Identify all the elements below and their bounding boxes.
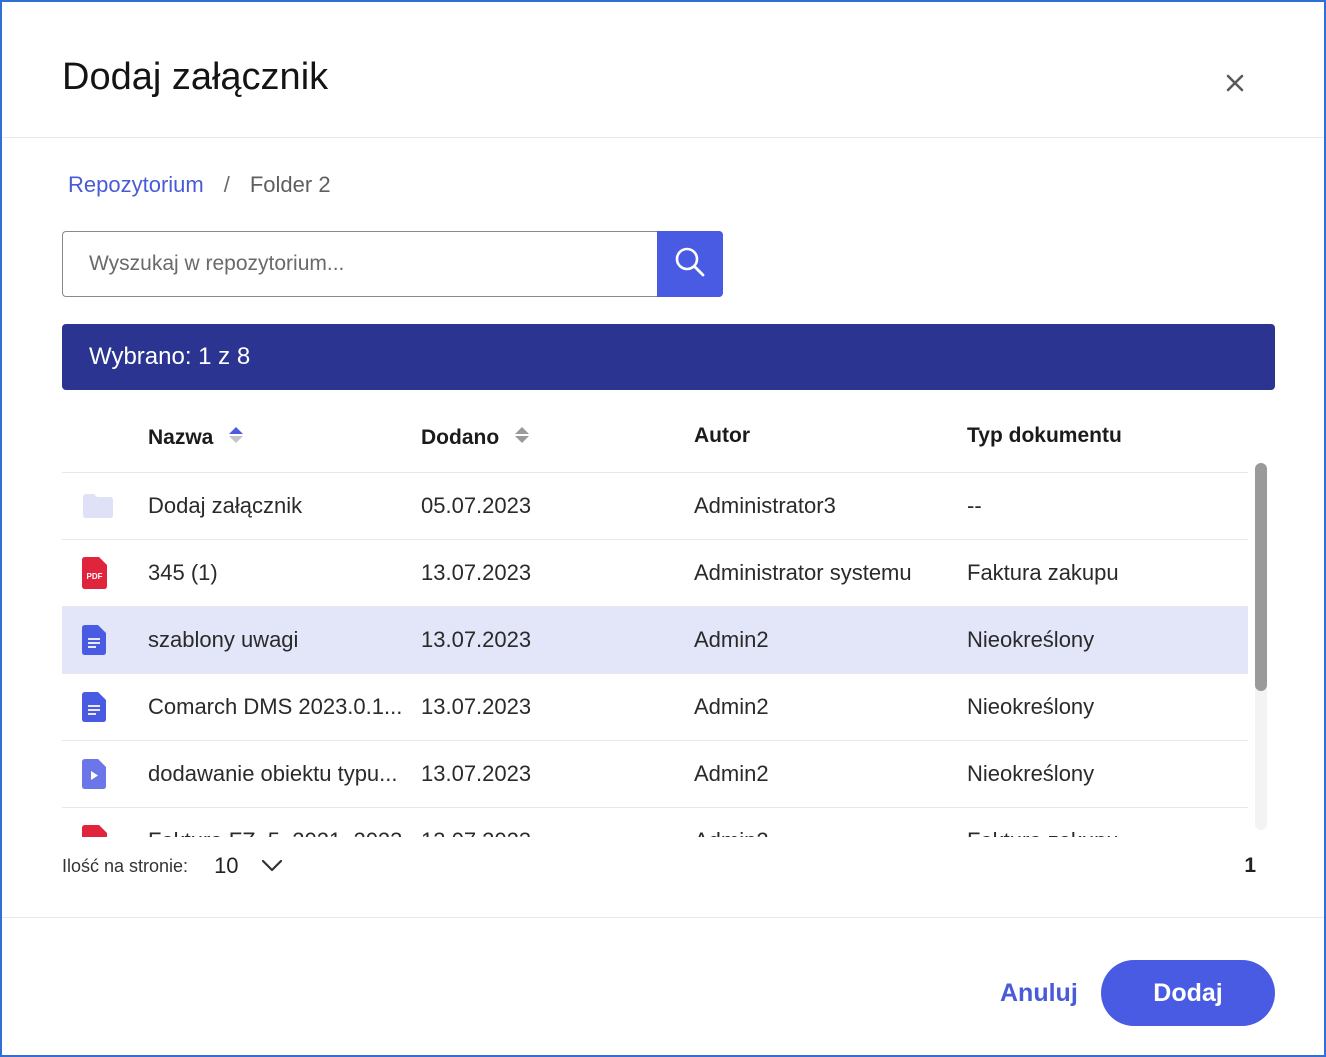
dialog-title: Dodaj załącznik	[62, 56, 329, 98]
row-doc-type: Nieokreślony	[967, 761, 1095, 786]
column-header-doc-type: Typ dokumentu	[967, 424, 1122, 448]
row-author: Admin2	[694, 761, 769, 786]
row-doc-type: Faktura zakupu	[967, 808, 1227, 837]
folder-icon	[82, 473, 126, 539]
files-table: Nazwa Dodano Autor Typ dokumentu Dodaj z…	[62, 402, 1248, 837]
row-doc-type: Faktura zakupu	[967, 560, 1119, 585]
current-page-number[interactable]: 1	[1244, 854, 1256, 878]
close-button[interactable]	[1218, 68, 1252, 102]
column-header-author-label: Autor	[694, 424, 750, 447]
row-author: Admin2	[694, 627, 769, 652]
row-added: 05.07.2023	[421, 493, 532, 518]
table-header: Nazwa Dodano Autor Typ dokumentu	[62, 402, 1248, 473]
pagination: Ilość na stronie: 10 1	[62, 848, 1256, 884]
pdf-icon: PDF	[82, 540, 126, 606]
row-doc-type: Nieokreślony	[967, 694, 1095, 719]
row-doc-type: Nieokreślony	[967, 627, 1095, 652]
selection-count: Wybrano: 1 z 8	[89, 343, 251, 370]
row-name: dodawanie obiektu typu...	[148, 761, 398, 786]
add-attachment-dialog: Dodaj załącznik Repozytorium / Folder 2 …	[0, 0, 1326, 1057]
row-added: 13.07.2023	[421, 560, 532, 585]
row-added: 13.07.2023	[421, 627, 532, 652]
row-name: szablony uwagi	[148, 627, 299, 652]
document-icon	[82, 674, 126, 740]
column-header-added-label: Dodano	[421, 426, 500, 449]
row-name: Comarch DMS 2023.0.1...	[148, 694, 403, 719]
per-page-select[interactable]: 10	[214, 853, 282, 879]
svg-text:PDF: PDF	[87, 572, 103, 581]
table-row[interactable]: Comarch DMS 2023.0.1... 13.07.2023 Admin…	[62, 674, 1248, 741]
per-page-value: 10	[214, 853, 239, 878]
add-button[interactable]: Dodaj	[1101, 960, 1275, 1026]
document-icon	[82, 607, 126, 673]
search-bar	[62, 231, 723, 297]
search-button[interactable]	[657, 231, 723, 297]
close-icon	[1225, 73, 1245, 98]
row-author: Admin2	[694, 694, 769, 719]
column-header-name-label: Nazwa	[148, 426, 214, 449]
table-scrollbar[interactable]	[1255, 463, 1267, 830]
table-row[interactable]: PDF 345 (1) 13.07.2023 Administrator sys…	[62, 540, 1248, 607]
selection-status-bar: Wybrano: 1 z 8	[62, 324, 1275, 390]
row-added: 13.07.2023	[421, 761, 532, 786]
table-body: Dodaj załącznik 05.07.2023 Administrator…	[62, 473, 1248, 837]
sort-asc-icon	[227, 424, 245, 452]
search-input[interactable]	[62, 231, 657, 297]
scrollbar-thumb[interactable]	[1255, 463, 1267, 691]
table-row[interactable]: Dodaj załącznik 05.07.2023 Administrator…	[62, 473, 1248, 540]
row-doc-type: --	[967, 493, 982, 518]
dialog-header: Dodaj załącznik	[2, 2, 1324, 138]
chevron-down-icon	[261, 853, 283, 879]
breadcrumb-root-link[interactable]: Repozytorium	[68, 172, 204, 198]
sort-icon	[513, 424, 531, 452]
column-header-name[interactable]: Nazwa	[148, 424, 245, 452]
table-row[interactable]: PDF Faktura FZ_5_2021_2023 13.07.2023 Ad…	[62, 808, 1248, 837]
breadcrumb-separator: /	[223, 172, 230, 197]
row-author: Admin2	[694, 808, 954, 837]
row-name: Faktura FZ_5_2021_2023	[148, 828, 402, 837]
pdf-icon: PDF	[82, 808, 126, 837]
row-name: 345 (1)	[148, 560, 218, 585]
breadcrumb: Repozytorium / Folder 2	[68, 172, 331, 198]
column-header-doc-type-label: Typ dokumentu	[967, 424, 1122, 447]
video-icon	[82, 741, 126, 807]
row-added: 13.07.2023	[421, 694, 532, 719]
row-added: 13.07.2023	[421, 808, 671, 837]
per-page-label: Ilość na stronie:	[62, 855, 189, 876]
breadcrumb-current: Folder 2	[249, 172, 331, 197]
cancel-button[interactable]: Anuluj	[1000, 960, 1078, 1026]
table-row[interactable]: dodawanie obiektu typu... 13.07.2023 Adm…	[62, 741, 1248, 808]
column-header-added[interactable]: Dodano	[421, 424, 531, 452]
row-name: Dodaj załącznik	[148, 493, 303, 518]
column-header-author: Autor	[694, 424, 750, 448]
table-row-selected[interactable]: szablony uwagi 13.07.2023 Admin2 Nieokre…	[62, 607, 1248, 674]
row-author: Administrator systemu	[694, 560, 912, 585]
search-icon	[673, 245, 707, 284]
row-author: Administrator3	[694, 493, 836, 518]
